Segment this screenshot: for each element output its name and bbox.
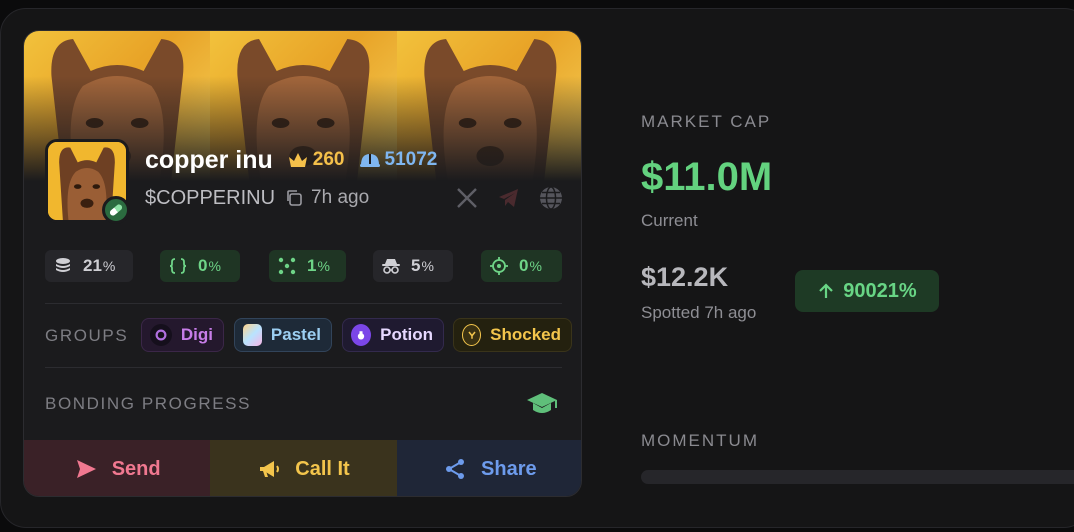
- send-label: Send: [111, 457, 161, 480]
- graduation-cap-icon: [527, 393, 557, 413]
- stat-dev-holding[interactable]: 0%: [160, 250, 240, 282]
- momentum-label: MOMENTUM: [641, 431, 759, 450]
- coin-stack-icon: [56, 258, 70, 272]
- stat-bundlers[interactable]: 0%: [481, 250, 562, 282]
- group-chip-pastel[interactable]: Pastel: [234, 318, 332, 352]
- group-chip-digi[interactable]: Digi: [141, 318, 224, 352]
- social-links: [454, 183, 564, 213]
- token-ticker: $COPPERINU: [145, 186, 276, 209]
- gain-badge: 90021%: [795, 270, 939, 312]
- share-icon: [446, 459, 465, 479]
- divider: [45, 367, 562, 368]
- send-icon: [76, 460, 96, 478]
- x-twitter-icon[interactable]: [454, 185, 480, 211]
- send-button[interactable]: Send: [24, 440, 211, 496]
- crown-count: 260: [312, 149, 345, 170]
- share-button[interactable]: Share: [396, 440, 581, 496]
- shocked-icon: [462, 324, 482, 346]
- divider: [45, 303, 562, 304]
- copy-icon[interactable]: [285, 189, 303, 207]
- group-label: Pastel: [270, 325, 321, 344]
- spotted-value: $12.2K: [641, 262, 729, 292]
- holder-count: 51072: [384, 149, 438, 170]
- token-card[interactable]: copper inu 260 51072 $COPPERINU 7h ago 2…: [23, 30, 582, 497]
- stat-value: 0: [198, 256, 208, 275]
- ticker-row: $COPPERINU 7h ago: [145, 183, 369, 213]
- market-cap-label: MARKET CAP: [641, 112, 772, 131]
- group-chip-shocked[interactable]: Shocked: [453, 318, 572, 352]
- market-cap-value: $11.0M: [641, 155, 773, 199]
- spotted-sub: Spotted 7h ago: [641, 303, 757, 322]
- action-bar: Send Call It Share: [24, 440, 581, 496]
- token-name-row: copper inu 260 51072: [145, 143, 437, 177]
- stat-snipers[interactable]: 1%: [269, 250, 346, 282]
- stat-value: 1: [307, 256, 317, 275]
- groups-label: GROUPS: [45, 326, 129, 345]
- holder-stats: 21% 0% 1% 5% 0%: [45, 250, 562, 282]
- telegram-icon[interactable]: [496, 185, 522, 211]
- group-chip-potion[interactable]: Potion: [342, 318, 444, 352]
- group-label: Shocked: [490, 325, 561, 344]
- call-it-button[interactable]: Call It: [210, 440, 397, 496]
- arrow-up-icon: [819, 283, 834, 298]
- stat-value: 21: [83, 256, 102, 275]
- group-label: Digi: [180, 325, 213, 344]
- dots-cluster-icon: [278, 257, 296, 275]
- gain-value: 90021%: [843, 279, 917, 302]
- pill-icon: [102, 196, 130, 224]
- code-braces-icon: [169, 258, 187, 274]
- stat-value: 5: [411, 256, 421, 275]
- share-label: Share: [481, 457, 537, 480]
- token-age: 7h ago: [311, 187, 370, 208]
- potion-icon: [351, 324, 372, 346]
- stat-value: 0: [519, 256, 529, 275]
- stat-insiders[interactable]: 5%: [373, 250, 453, 282]
- momentum-bar: [641, 470, 1074, 484]
- call-it-label: Call It: [295, 457, 350, 480]
- pastel-icon: [243, 324, 262, 346]
- incognito-icon: [382, 259, 400, 274]
- stat-top-holders[interactable]: 21%: [45, 250, 133, 282]
- crown-icon: [288, 153, 307, 167]
- group-label: Potion: [380, 325, 433, 344]
- token-name[interactable]: copper inu: [145, 146, 273, 175]
- helmet-icon: [359, 154, 380, 167]
- megaphone-icon: [260, 461, 280, 477]
- market-cap-sub: Current: [641, 211, 698, 230]
- globe-icon[interactable]: [538, 185, 564, 211]
- bonding-progress-label: BONDING PROGRESS: [45, 394, 252, 413]
- digi-icon: [150, 324, 172, 346]
- crosshair-icon: [490, 257, 508, 275]
